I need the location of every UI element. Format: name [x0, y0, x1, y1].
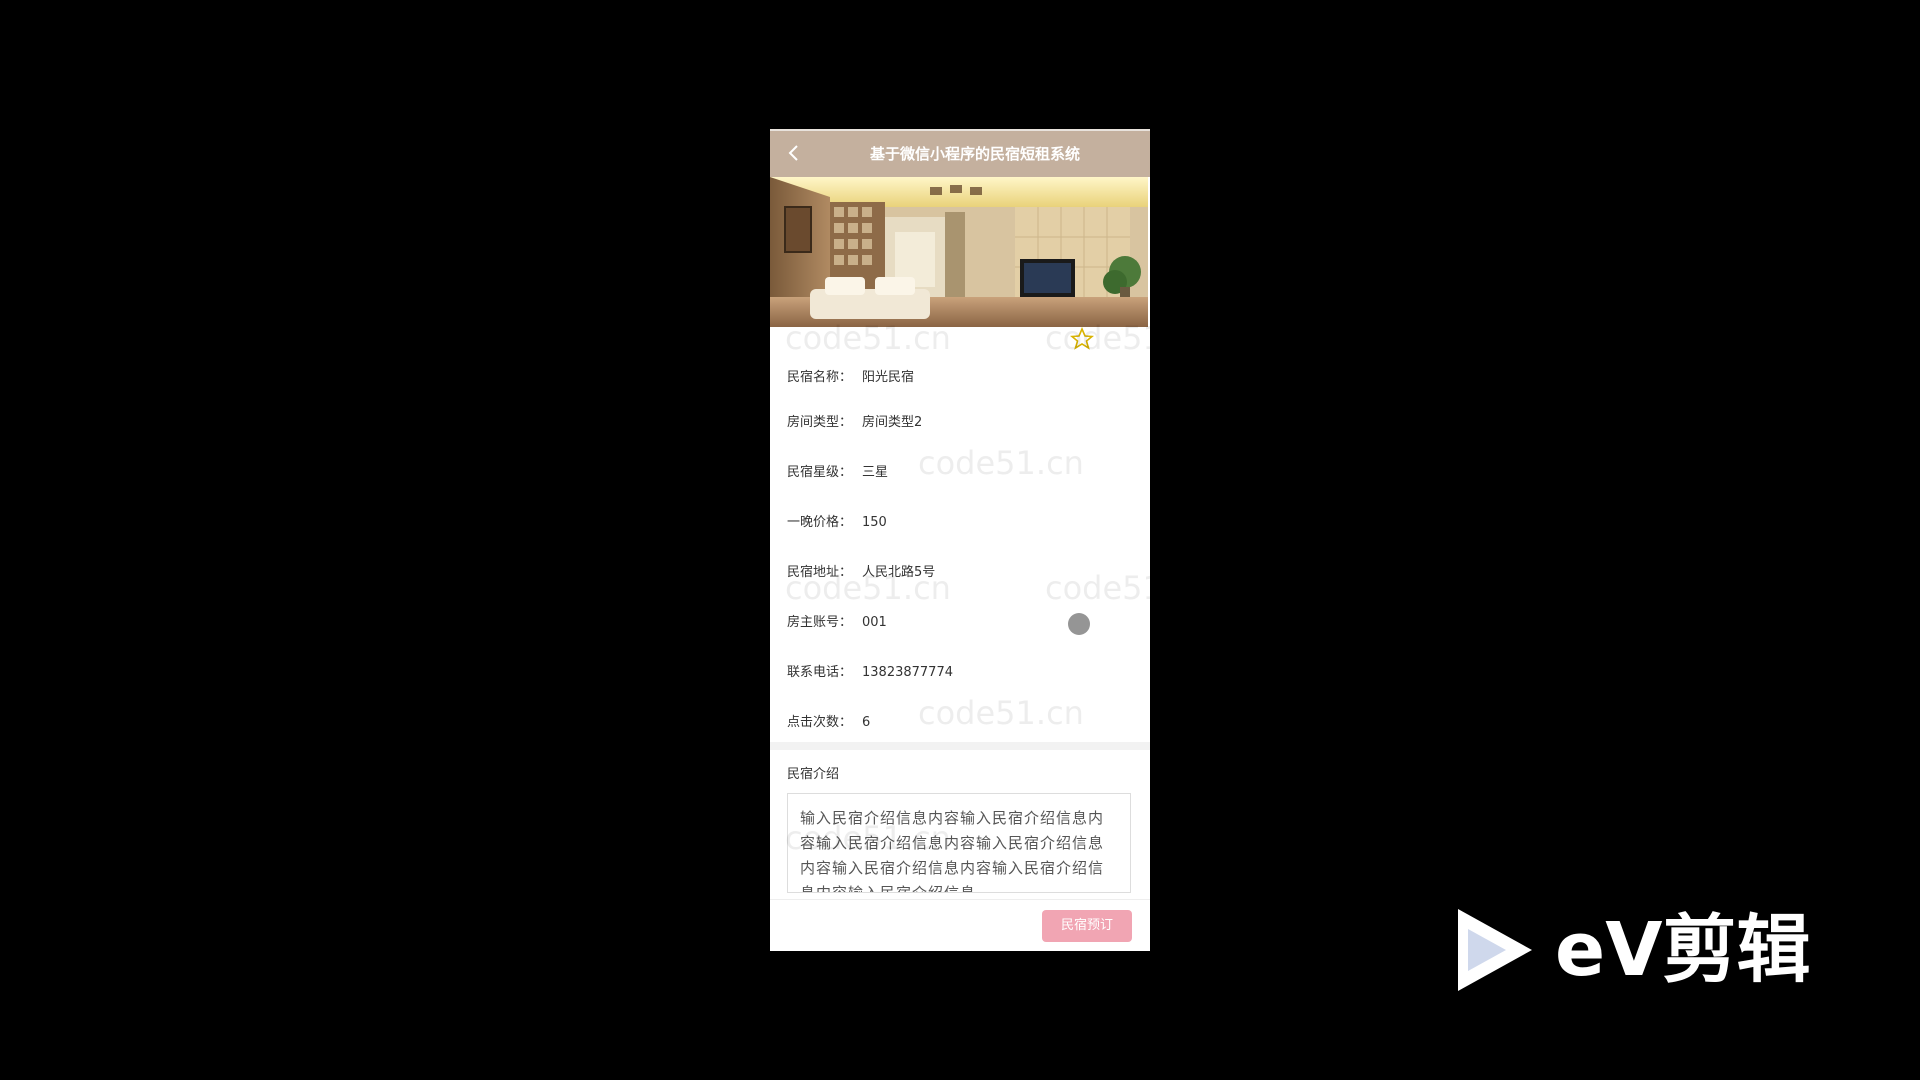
- detail-price: 一晚价格： 150: [787, 511, 887, 531]
- detail-click-count: 点击次数： 6: [787, 711, 870, 731]
- detail-value: 三星: [862, 465, 889, 480]
- favorite-button[interactable]: [1069, 326, 1095, 351]
- detail-room-type: 房间类型： 房间类型2: [787, 411, 922, 431]
- living-room-image: [770, 177, 1148, 327]
- detail-address: 民宿地址： 人民北路5号: [787, 561, 935, 581]
- detail-value: 6: [862, 715, 871, 730]
- book-button[interactable]: 民宿预订: [1042, 910, 1132, 942]
- intro-text-area[interactable]: 输入民宿介绍信息内容输入民宿介绍信息内容输入民宿介绍信息内容输入民宿介绍信息内容…: [787, 793, 1131, 893]
- detail-label: 房主账号：: [787, 615, 853, 630]
- detail-value: 150: [862, 515, 887, 530]
- detail-value: 13823877774: [862, 665, 953, 680]
- detail-name: 民宿名称： 阳光民宿: [787, 366, 914, 386]
- top-navigation-bar: 基于微信小程序的民宿短租系统: [770, 129, 1150, 177]
- detail-phone: 联系电话： 13823877774: [787, 661, 953, 681]
- detail-value: 人民北路5号: [862, 565, 936, 580]
- page-title: 基于微信小程序的民宿短租系统: [869, 145, 1080, 163]
- detail-value: 阳光民宿: [862, 370, 915, 385]
- intro-heading: 民宿介绍: [787, 767, 840, 782]
- detail-value: 001: [862, 615, 887, 630]
- back-button[interactable]: [780, 139, 808, 167]
- detail-owner-account: 房主账号： 001: [787, 611, 887, 631]
- detail-label: 民宿地址：: [787, 565, 853, 580]
- detail-star-level: 民宿星级： 三星: [787, 461, 888, 481]
- video-editor-watermark: eV剪辑: [1450, 905, 1830, 995]
- back-chevron-icon: [788, 145, 798, 161]
- detail-label: 民宿星级：: [787, 465, 853, 480]
- detail-label: 房间类型：: [787, 415, 853, 430]
- watermark: code51.cn: [918, 444, 1084, 482]
- watermark: code51.cn: [918, 694, 1084, 732]
- section-divider: [770, 742, 1150, 750]
- star-outline-icon: [1069, 326, 1095, 350]
- touch-indicator: [1068, 613, 1090, 635]
- detail-label: 一晚价格：: [787, 515, 853, 530]
- phone-screen: 基于微信小程序的民宿短租系统 民宿名称： 阳光民宿 房间类型： 房间类型2 民宿…: [770, 129, 1150, 951]
- detail-label: 点击次数：: [787, 715, 853, 730]
- watermark: code51.cn: [1045, 569, 1150, 607]
- bottom-action-bar: 民宿预订: [770, 899, 1150, 951]
- detail-label: 联系电话：: [787, 665, 853, 680]
- listing-photo: [770, 177, 1148, 327]
- detail-value: 房间类型2: [862, 415, 923, 430]
- play-triangle-icon: [1458, 909, 1532, 991]
- detail-label: 民宿名称：: [787, 370, 853, 385]
- player-logo-text: eV剪辑: [1555, 907, 1811, 993]
